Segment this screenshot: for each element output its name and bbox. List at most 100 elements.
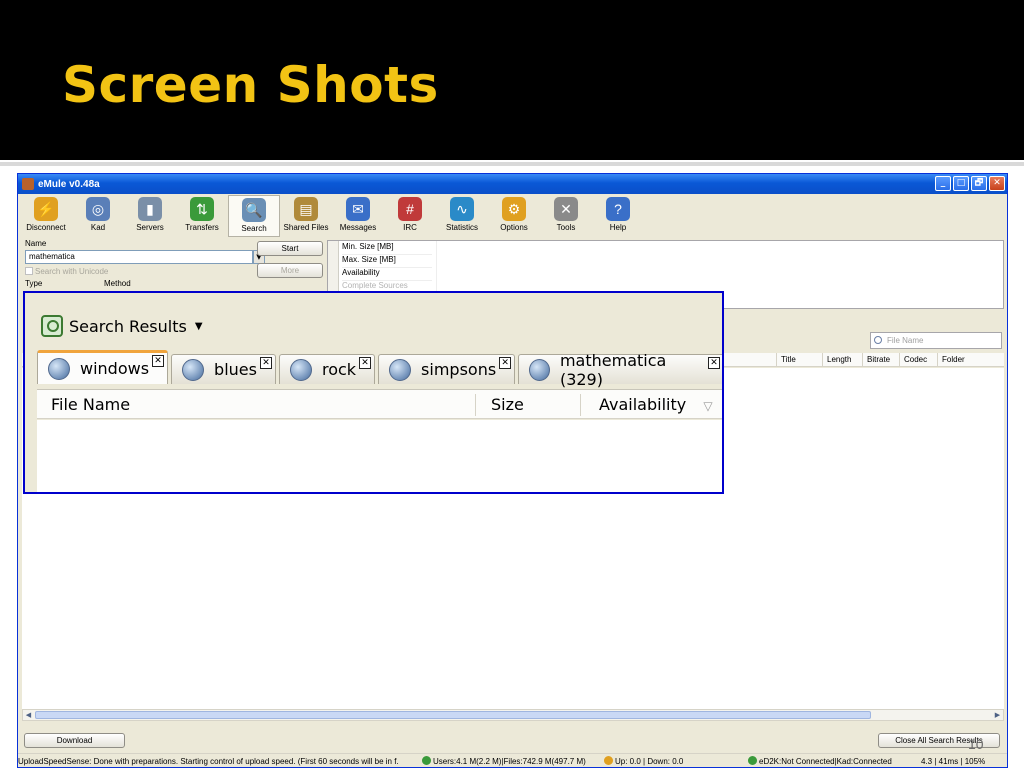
minimize-button[interactable]: _ <box>935 176 951 191</box>
zoom-list-header: File Name Size Availability ▽ <box>37 389 722 420</box>
column-length[interactable]: Length <box>822 353 862 367</box>
more-button[interactable]: More <box>257 263 323 278</box>
restore-button[interactable]: □ <box>953 176 969 191</box>
search-tab[interactable]: mathematica (329) ✕ <box>518 351 722 389</box>
tab-close-icon[interactable]: ✕ <box>259 357 272 369</box>
users-icon <box>422 756 431 765</box>
search-tab[interactable]: blues ✕ <box>171 354 276 384</box>
name-label: Name <box>25 239 47 248</box>
download-button[interactable]: Download <box>24 733 125 748</box>
zoomed-search-results-callout: Search Results ▼ windows ✕ blues ✕ rock ✕ simp… <box>23 291 724 494</box>
toolbar-disconnect-button[interactable]: ⚡ Disconnect <box>20 195 72 237</box>
column-bitrate[interactable]: Bitrate <box>862 353 899 367</box>
search-tab-label: simpsons <box>421 360 497 379</box>
speed-arrows-icon <box>604 756 613 765</box>
window-titlebar[interactable]: eMule v0.48a _ □ 🗗 ✕ <box>18 174 1007 194</box>
scroll-right-arrow-icon[interactable]: ▶ <box>992 710 1003 720</box>
toolbar-label: Shared Files <box>283 223 329 232</box>
start-button[interactable]: Start <box>257 241 323 256</box>
search-tab[interactable]: rock ✕ <box>278 354 376 384</box>
search-tab-label: rock <box>321 360 357 379</box>
help-icon: ? <box>606 197 630 221</box>
unicode-checkbox[interactable] <box>25 267 33 275</box>
search-tab-label: windows <box>80 359 150 378</box>
transfers-icon: ⇅ <box>190 197 214 221</box>
toolbar-label: Kad <box>90 223 106 232</box>
search-results-header[interactable]: Search Results ▼ <box>41 315 203 337</box>
globe-icon <box>182 358 205 381</box>
scroll-left-arrow-icon[interactable]: ◀ <box>23 710 34 720</box>
zoom-list-body[interactable] <box>37 420 722 492</box>
maximize-button[interactable]: 🗗 <box>971 176 987 191</box>
method-label: Method <box>104 279 131 288</box>
type-label: Type <box>25 279 43 288</box>
window-title: eMule v0.48a <box>38 178 100 190</box>
toolbar-options-button[interactable]: ⚙ Options <box>488 195 540 237</box>
search-results-title: Search Results <box>69 316 187 336</box>
tab-close-icon[interactable]: ✕ <box>152 355 165 367</box>
toolbar-shared-files-button[interactable]: ▤ Shared Files <box>280 195 332 237</box>
param-availability[interactable]: Availability <box>342 268 432 281</box>
file-name-filter-input[interactable]: File Name <box>870 332 1002 349</box>
column-folder[interactable]: Folder <box>937 353 1004 367</box>
horizontal-scrollbar[interactable]: ◀ ▶ <box>22 709 1004 721</box>
toolbar-label: Search <box>241 224 267 233</box>
globe-icon <box>289 358 312 381</box>
toolbar-messages-button[interactable]: ✉ Messages <box>332 195 384 237</box>
status-speed: Up: 0.0 | Down: 0.0 <box>604 754 704 767</box>
toolbar-label: Disconnect <box>26 223 66 232</box>
toolbar-search-button[interactable]: 🔍 Search <box>228 195 280 237</box>
toolbar-label: Tools <box>556 223 576 232</box>
toolbar-label: Servers <box>136 223 164 232</box>
availability-label: Availability <box>599 395 687 414</box>
scrollbar-thumb[interactable] <box>35 711 871 719</box>
unicode-checkbox-label[interactable]: Search with Unicode <box>25 267 108 276</box>
tab-close-icon[interactable]: ✕ <box>359 357 372 369</box>
status-network: eD2K:Not Connected|Kad:Connected <box>748 754 908 767</box>
header-divider <box>0 162 1024 166</box>
column-availability[interactable]: Availability ▽ <box>585 390 713 420</box>
toolbar-label: Options <box>500 223 528 232</box>
emule-app-icon <box>22 178 34 190</box>
speed-text: Up: 0.0 | Down: 0.0 <box>615 757 684 766</box>
tab-close-icon[interactable]: ✕ <box>708 357 720 369</box>
kad-network-icon: ◎ <box>86 197 110 221</box>
search-tab[interactable]: simpsons ✕ <box>378 354 516 384</box>
toolbar-irc-button[interactable]: # IRC <box>384 195 436 237</box>
toolbar-help-button[interactable]: ? Help <box>592 195 644 237</box>
search-tab-label: mathematica (329) <box>559 350 667 389</box>
status-bar: UploadSpeedSense: Done with preparations… <box>18 753 1007 767</box>
statistics-icon: ∿ <box>450 197 474 221</box>
slide-header: Screen Shots <box>0 0 1024 160</box>
column-separator <box>580 394 581 416</box>
servers-icon: ▮ <box>138 197 162 221</box>
toolbar-transfers-button[interactable]: ⇅ Transfers <box>176 195 228 237</box>
column-title[interactable]: Title <box>776 353 822 367</box>
chevron-down-icon[interactable]: ▼ <box>195 321 203 332</box>
search-results-icon <box>41 315 63 337</box>
users-files-text: Users:4.1 M(2.2 M)|Files:742.9 M(497.7 M… <box>433 757 586 766</box>
column-codec[interactable]: Codec <box>899 353 937 367</box>
search-name-input[interactable]: mathematica <box>25 250 253 264</box>
toolbar-kad-button[interactable]: ◎ Kad <box>72 195 124 237</box>
column-size[interactable]: Size <box>477 390 524 420</box>
filter-placeholder: File Name <box>887 336 924 345</box>
network-globe-icon <box>748 756 757 765</box>
search-tab[interactable]: windows ✕ <box>37 350 169 384</box>
column-file-name[interactable]: File Name <box>37 390 130 420</box>
tab-close-icon[interactable]: ✕ <box>499 357 512 369</box>
unicode-label-text: Search with Unicode <box>35 267 109 276</box>
lightning-disconnect-icon: ⚡ <box>34 197 58 221</box>
param-max-size[interactable]: Max. Size [MB] <box>342 255 432 268</box>
irc-icon: # <box>398 197 422 221</box>
shared-files-icon: ▤ <box>294 197 318 221</box>
toolbar-statistics-button[interactable]: ∿ Statistics <box>436 195 488 237</box>
search-icon: 🔍 <box>242 198 266 222</box>
close-button[interactable]: ✕ <box>989 176 1005 191</box>
toolbar-servers-button[interactable]: ▮ Servers <box>124 195 176 237</box>
toolbar-tools-button[interactable]: ✕ Tools <box>540 195 592 237</box>
param-min-size[interactable]: Min. Size [MB] <box>342 242 432 255</box>
bottom-action-bar: Download Close All Search Results <box>18 730 1007 750</box>
sort-indicator-icon: ▽ <box>703 399 713 413</box>
toolbar-label: IRC <box>403 223 417 232</box>
